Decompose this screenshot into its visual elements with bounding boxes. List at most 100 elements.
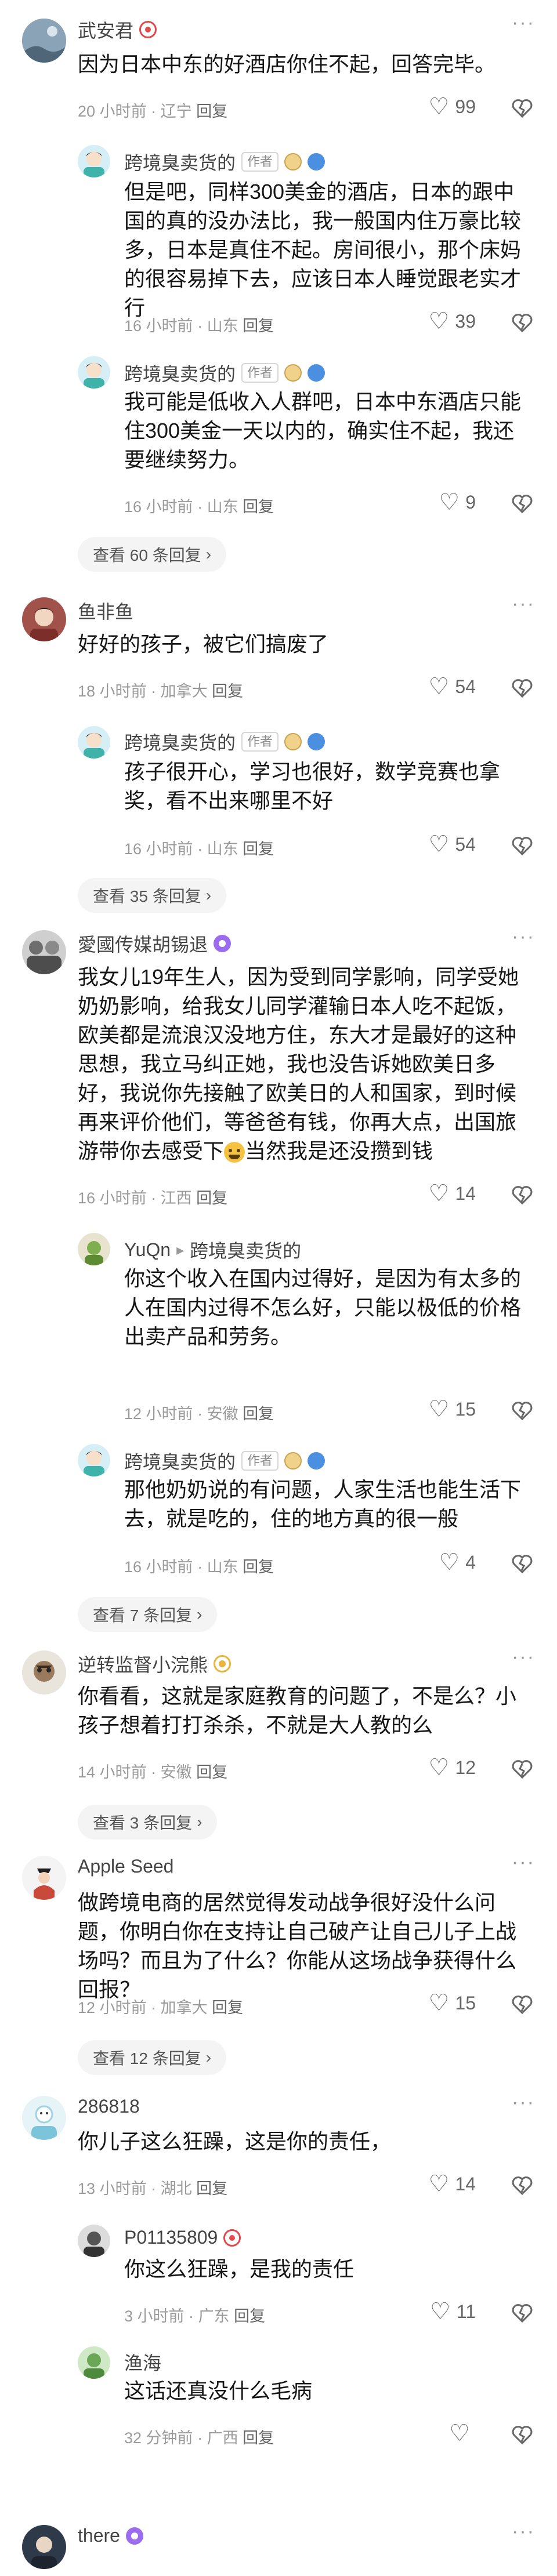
avatar[interactable] bbox=[78, 145, 110, 177]
more-dots-icon[interactable]: ··· bbox=[512, 1646, 535, 1668]
avatar[interactable] bbox=[22, 930, 66, 974]
view-more-replies-button[interactable]: 查看 12 条回复 › bbox=[78, 2040, 227, 2075]
username-text[interactable]: 渔海 bbox=[124, 2349, 161, 2375]
more-dots-icon[interactable]: ··· bbox=[512, 12, 535, 34]
reply-button[interactable]: 回复 bbox=[196, 103, 227, 120]
username[interactable]: 286818 bbox=[78, 2096, 140, 2117]
like-button[interactable]: ♡ 39 bbox=[429, 310, 476, 333]
more-dots-icon[interactable]: ··· bbox=[512, 593, 535, 615]
avatar[interactable] bbox=[78, 2225, 110, 2257]
dislike-broken-heart-icon[interactable] bbox=[511, 1993, 534, 2016]
dislike-broken-heart-icon[interactable] bbox=[511, 2423, 534, 2446]
username-text[interactable]: P01135809 bbox=[124, 2227, 218, 2248]
comment-location: 广东 bbox=[198, 2307, 230, 2325]
avatar[interactable] bbox=[78, 1233, 110, 1265]
like-button[interactable]: ♡ bbox=[449, 2422, 476, 2445]
username-text[interactable]: 逆转监督小浣熊 bbox=[78, 1650, 208, 1677]
avatar[interactable] bbox=[22, 597, 66, 641]
verified-badge-icon bbox=[308, 153, 325, 170]
username[interactable]: YuQn ▸ 跨境臭卖货的 bbox=[124, 1236, 301, 1263]
dislike-broken-heart-icon[interactable] bbox=[511, 2301, 534, 2324]
like-button[interactable]: ♡ 12 bbox=[429, 1756, 476, 1779]
dislike-broken-heart-icon[interactable] bbox=[511, 2174, 534, 2197]
avatar[interactable] bbox=[22, 2525, 66, 2569]
author-tag: 作者 bbox=[241, 152, 279, 172]
reply-button[interactable]: 回复 bbox=[243, 498, 274, 516]
username[interactable]: 鱼非鱼 bbox=[78, 597, 133, 624]
username-text[interactable]: Apple Seed bbox=[78, 1856, 173, 1877]
dislike-broken-heart-icon[interactable] bbox=[511, 492, 534, 515]
username-text[interactable]: 愛國传媒胡锡退 bbox=[78, 930, 208, 957]
username-text[interactable]: 跨境臭卖货的 bbox=[124, 148, 236, 175]
reply-button[interactable]: 回复 bbox=[196, 1189, 227, 1207]
dislike-broken-heart-icon[interactable] bbox=[511, 1757, 534, 1780]
more-dots-icon[interactable]: ··· bbox=[512, 2091, 535, 2114]
username[interactable]: 渔海 bbox=[124, 2349, 161, 2375]
like-button[interactable]: ♡ 14 bbox=[429, 1182, 476, 1205]
username[interactable]: 逆转监督小浣熊 bbox=[78, 1650, 232, 1677]
username[interactable]: 跨境臭卖货的 作者 bbox=[124, 728, 325, 755]
username[interactable]: 跨境臭卖货的 作者 bbox=[124, 1447, 325, 1474]
more-dots-icon[interactable]: ··· bbox=[512, 2520, 535, 2543]
like-button[interactable]: ♡ 54 bbox=[429, 675, 476, 698]
username[interactable]: 愛國传媒胡锡退 bbox=[78, 930, 232, 957]
username-text[interactable]: 跨境臭卖货的 bbox=[124, 728, 236, 755]
avatar[interactable] bbox=[78, 726, 110, 759]
reply-button[interactable]: 回复 bbox=[243, 317, 274, 335]
like-button[interactable]: ♡ 4 bbox=[439, 1551, 476, 1574]
avatar[interactable] bbox=[78, 356, 110, 389]
avatar[interactable] bbox=[22, 1650, 66, 1695]
dislike-broken-heart-icon[interactable] bbox=[511, 834, 534, 857]
username[interactable]: there bbox=[78, 2525, 143, 2546]
like-button[interactable]: ♡ 54 bbox=[429, 833, 476, 856]
avatar[interactable] bbox=[78, 1444, 110, 1476]
username[interactable]: Apple Seed bbox=[78, 1856, 173, 1877]
like-button[interactable]: ♡ 9 bbox=[439, 491, 476, 514]
avatar[interactable] bbox=[22, 1856, 66, 1900]
dislike-broken-heart-icon[interactable] bbox=[511, 1183, 534, 1206]
view-more-replies-button[interactable]: 查看 35 条回复 › bbox=[78, 878, 227, 913]
more-dots-icon[interactable]: ··· bbox=[512, 1851, 535, 1874]
reply-button[interactable]: 回复 bbox=[212, 1999, 243, 2016]
avatar[interactable] bbox=[78, 2346, 110, 2379]
view-more-replies-button[interactable]: 查看 7 条回复 › bbox=[78, 1597, 218, 1632]
username[interactable]: 跨境臭卖货的 作者 bbox=[124, 360, 325, 386]
username-text[interactable]: 286818 bbox=[78, 2096, 140, 2117]
reply-button[interactable]: 回复 bbox=[243, 2429, 274, 2447]
dislike-broken-heart-icon[interactable] bbox=[511, 311, 534, 334]
comment-meta: 20 小时前 · 辽宁 回复 bbox=[78, 99, 227, 121]
separator-dot: · bbox=[197, 1558, 203, 1576]
avatar-image-icon bbox=[22, 597, 66, 641]
reply-to-username[interactable]: 跨境臭卖货的 bbox=[190, 1236, 301, 1263]
reply-button[interactable]: 回复 bbox=[234, 2307, 265, 2325]
username-text[interactable]: 鱼非鱼 bbox=[78, 597, 133, 624]
view-more-replies-button[interactable]: 查看 3 条回复 › bbox=[78, 1805, 218, 1840]
view-more-replies-button[interactable]: 查看 60 条回复 › bbox=[78, 537, 227, 572]
username[interactable]: 武安君 bbox=[78, 16, 157, 43]
avatar[interactable] bbox=[22, 19, 66, 63]
reply-button[interactable]: 回复 bbox=[243, 840, 274, 858]
like-button[interactable]: ♡ 15 bbox=[429, 1398, 476, 1421]
like-button[interactable]: ♡ 11 bbox=[430, 2300, 476, 2323]
reply-button[interactable]: 回复 bbox=[243, 1558, 274, 1576]
username-text[interactable]: 武安君 bbox=[78, 16, 133, 43]
avatar[interactable] bbox=[22, 2096, 66, 2140]
dislike-broken-heart-icon[interactable] bbox=[511, 676, 534, 699]
reply-button[interactable]: 回复 bbox=[212, 683, 243, 700]
reply-button[interactable]: 回复 bbox=[196, 1764, 227, 1781]
username[interactable]: P01135809 bbox=[124, 2227, 241, 2248]
username-text[interactable]: there bbox=[78, 2525, 120, 2546]
more-dots-icon[interactable]: ··· bbox=[512, 926, 535, 948]
dislike-broken-heart-icon[interactable] bbox=[511, 96, 534, 119]
username-text[interactable]: 跨境臭卖货的 bbox=[124, 1447, 236, 1474]
username-text[interactable]: YuQn bbox=[124, 1239, 171, 1261]
like-button[interactable]: ♡ 14 bbox=[429, 2172, 476, 2196]
like-button[interactable]: ♡ 99 bbox=[429, 95, 476, 118]
username-text[interactable]: 跨境臭卖货的 bbox=[124, 360, 236, 386]
reply-button[interactable]: 回复 bbox=[243, 1405, 274, 1423]
like-button[interactable]: ♡ 15 bbox=[429, 1991, 476, 2015]
reply-button[interactable]: 回复 bbox=[196, 2180, 227, 2197]
dislike-broken-heart-icon[interactable] bbox=[511, 1552, 534, 1575]
dislike-broken-heart-icon[interactable] bbox=[511, 1399, 534, 1422]
username[interactable]: 跨境臭卖货的 作者 bbox=[124, 148, 325, 175]
